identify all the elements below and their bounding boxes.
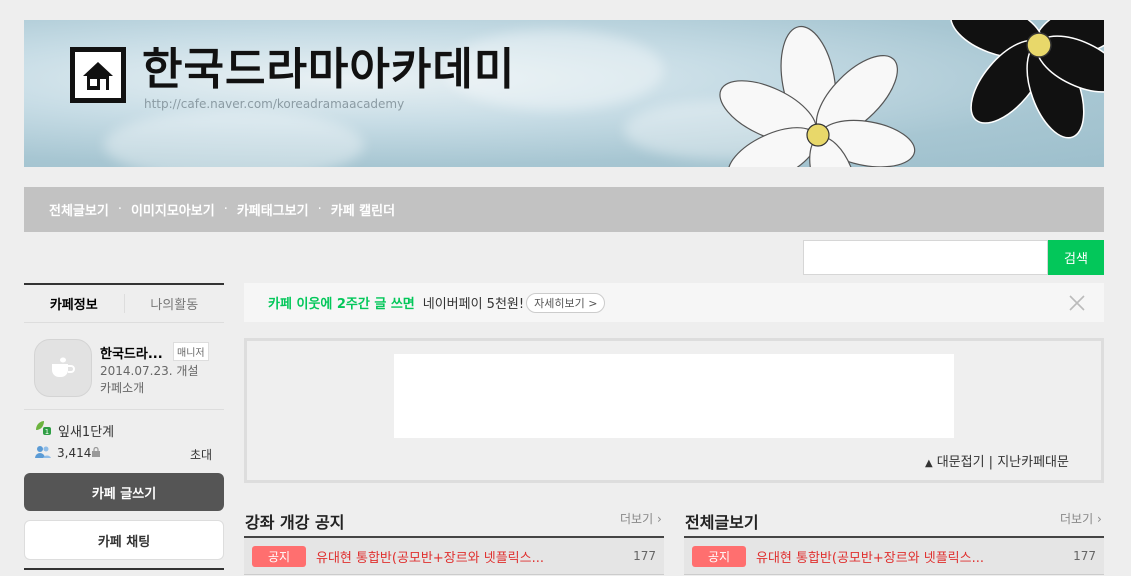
house-logo-icon	[70, 47, 126, 103]
list-item[interactable]: 공지 유대현 통합반(공모반+장르와 넷플릭스... 177	[244, 538, 664, 574]
black-flower-illustration	[950, 20, 1104, 139]
promo-banner: 카페 이웃에 2주간 글 쓰면 네이버페이 5천원! 자세히보기 >	[244, 283, 1104, 322]
board-more-notice[interactable]: 더보기 ›	[620, 510, 662, 527]
board-title-all-posts[interactable]: 전체글보기	[685, 509, 759, 533]
cafe-created-date: 2014.07.23. 개설	[100, 364, 199, 378]
nav-all-posts[interactable]: 전체글보기	[49, 200, 109, 219]
nav-separator: ·	[317, 202, 322, 217]
board-more-all-posts[interactable]: 더보기 ›	[1060, 510, 1102, 527]
chevron-right-icon: ›	[1096, 512, 1102, 526]
sidebar-divider	[24, 409, 224, 410]
search-input[interactable]	[803, 240, 1048, 275]
cafe-banner-url: http://cafe.naver.com/koreadramaacademy	[144, 97, 405, 111]
tab-cafe-info[interactable]: 카페정보	[24, 294, 125, 313]
row-divider	[684, 574, 1104, 575]
sidebar-divider	[24, 568, 224, 570]
nav-cafe-tags[interactable]: 카페태그보기	[237, 200, 309, 219]
close-icon[interactable]	[1068, 294, 1086, 312]
tab-my-activity[interactable]: 나의활동	[125, 294, 225, 313]
more-label: 더보기	[620, 512, 654, 526]
manager-badge: 매니저	[173, 342, 209, 361]
lock-icon	[92, 447, 100, 457]
more-label: 더보기	[1060, 512, 1094, 526]
cafe-intro-link[interactable]: 카페소개	[100, 379, 144, 396]
search-button[interactable]: 검색	[1048, 240, 1104, 275]
cafe-chat-button[interactable]: 카페 채팅	[24, 520, 224, 560]
chevron-right-icon: ›	[656, 512, 662, 526]
cafe-banner-title: 한국드라마아카데미	[142, 44, 516, 95]
notice-badge: 공지	[692, 545, 746, 567]
post-title[interactable]: 유대현 통합반(공모반+장르와 넷플릭스...	[756, 547, 1073, 566]
member-count[interactable]: 3,414	[57, 446, 91, 460]
cafe-banner[interactable]: 한국드라마아카데미 http://cafe.naver.com/koreadra…	[24, 20, 1104, 167]
promo-detail-button[interactable]: 자세히보기 >	[526, 292, 606, 313]
invite-link[interactable]: 초대	[190, 446, 212, 463]
cafe-thumbnail[interactable]	[34, 339, 92, 397]
nav-cafe-calendar[interactable]: 카페 캘린더	[331, 200, 395, 219]
cafe-write-button[interactable]: 카페 글쓰기	[24, 473, 224, 511]
fold-banner-text: 대문접기 | 지난카페대문	[936, 455, 1069, 470]
sidebar-tabs: 카페정보 나의활동	[24, 283, 224, 323]
promo-text: 네이버페이 5천원!	[422, 297, 525, 312]
leaf-level-icon: 1	[36, 421, 51, 436]
svg-text:1: 1	[45, 428, 49, 436]
nav-separator: ·	[223, 202, 228, 217]
post-view-count: 177	[1073, 549, 1096, 563]
notice-badge: 공지	[252, 545, 306, 567]
cafe-name[interactable]: 한국드라...	[100, 343, 163, 362]
post-view-count: 177	[633, 549, 656, 563]
board-title-notice[interactable]: 강좌 개강 공지	[245, 509, 344, 533]
members-icon	[35, 446, 51, 458]
nav-separator: ·	[117, 202, 122, 217]
cafe-menu-bar: 전체글보기 · 이미지모아보기 · 카페태그보기 · 카페 캘린더	[24, 187, 1104, 232]
white-flower-illustration	[719, 25, 916, 167]
nav-image-gallery[interactable]: 이미지모아보기	[131, 200, 215, 219]
post-title[interactable]: 유대현 통합반(공모반+장르와 넷플릭스...	[316, 547, 633, 566]
row-divider	[244, 574, 664, 575]
list-item[interactable]: 공지 유대현 통합반(공모반+장르와 넷플릭스... 177	[684, 538, 1104, 574]
fold-banner-link[interactable]: ▲ 대문접기 | 지난카페대문	[925, 451, 1069, 470]
promo-highlight: 카페 이웃에 2주간 글 쓰면	[268, 297, 415, 312]
main-banner-image[interactable]	[394, 354, 954, 438]
coffee-cup-icon	[52, 357, 75, 377]
member-level[interactable]: 잎새1단계	[58, 421, 114, 440]
triangle-up-icon: ▲	[925, 458, 933, 469]
